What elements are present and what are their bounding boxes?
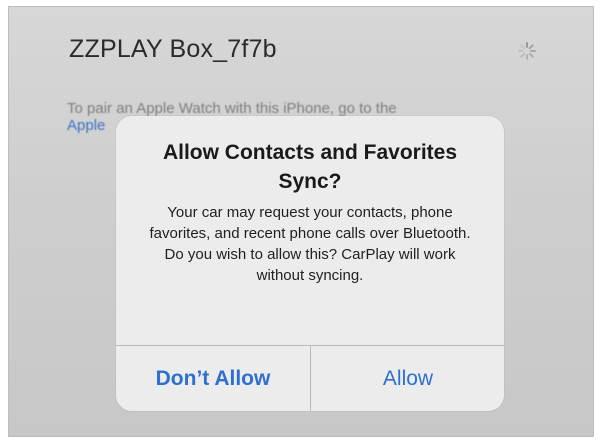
sync-permission-alert: Allow Contacts and Favorites Sync? Your … [116,116,504,411]
alert-title: Allow Contacts and Favorites Sync? [162,141,458,193]
alert-message: Your car may request your contacts, phon… [149,204,471,284]
pairing-hint-text: To pair an Apple Watch with this iPhone,… [67,100,397,117]
allow-button[interactable]: Allow [311,346,504,411]
dont-allow-button[interactable]: Don’t Allow [116,346,310,411]
screenshot-frame: ZZPLAY Box_7f7b To pair an Apple Watch w… [8,6,594,437]
device-name-title: ZZPLAY Box_7f7b [69,35,277,63]
activity-spinner-icon [518,42,536,60]
